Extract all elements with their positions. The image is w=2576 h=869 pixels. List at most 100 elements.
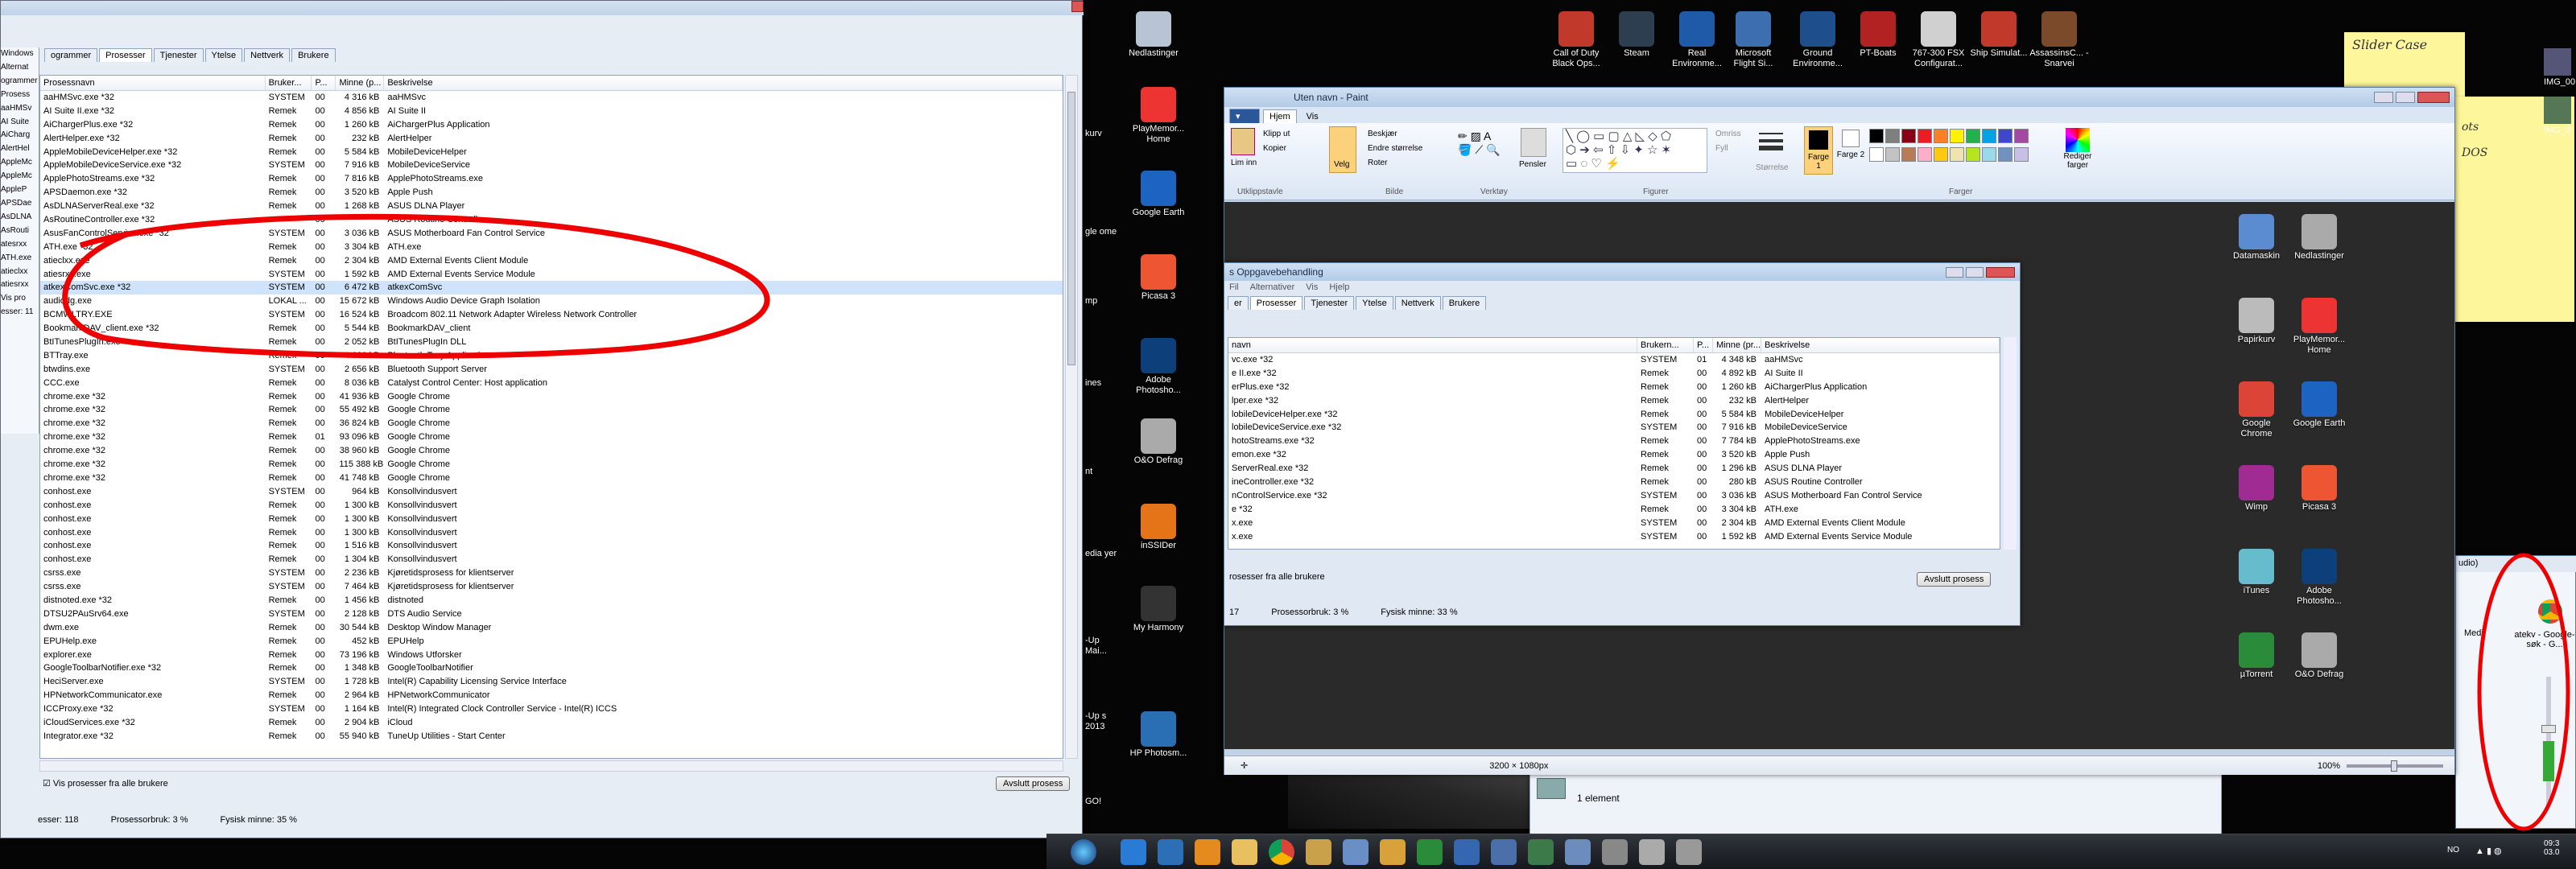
tm2-menu-item[interactable]: Hjelp [1329, 282, 1349, 292]
desktop-icon-fragment[interactable]: GO! [1085, 797, 1117, 807]
tm2-column-header[interactable]: Brukern... [1637, 338, 1694, 352]
desktop-icon[interactable]: iTunes [2227, 549, 2286, 596]
outline-button[interactable]: Omriss [1715, 130, 1741, 138]
tm-tab[interactable]: Prosesser [99, 48, 152, 62]
taskbar-app-icon-8[interactable] [1380, 839, 1406, 865]
desktop-icon[interactable]: Google Chrome [2227, 381, 2286, 439]
table-row[interactable]: conhost.exe SYSTEM 00 964 kB Konsollvindusve… [40, 485, 1063, 499]
desktop-icon[interactable]: Steam [1607, 11, 1666, 59]
color1-button[interactable]: Farge 1 [1804, 126, 1833, 175]
palette-swatch[interactable] [1918, 147, 1932, 162]
folder-taskbar-icon[interactable] [1306, 839, 1331, 865]
desktop-icon-fragment[interactable]: -Up Mai... [1085, 636, 1117, 657]
tab-vis[interactable]: Vis [1300, 109, 1325, 123]
table-row[interactable]: chrome.exe *32 Remek 01 93 096 kB Google Chr… [40, 430, 1063, 444]
table-row[interactable]: lobileDeviceService.exe *32 SYSTEM 00 7 916… [1228, 421, 2000, 434]
palette-swatch[interactable] [1998, 129, 2013, 143]
table-row[interactable]: AI Suite II.exe *32 Remek 00 4 856 kB AI Sui… [40, 105, 1063, 118]
explorer-window-fragment[interactable]: 1 element [1530, 772, 2222, 837]
palette-swatch[interactable] [1966, 129, 1980, 143]
desktop-icon-fragment[interactable]: kurv [1085, 129, 1117, 139]
fill-button[interactable]: Fyll [1715, 144, 1728, 153]
zoom-slider[interactable] [2347, 760, 2443, 772]
tm2-column-header[interactable]: Beskrivelse [1761, 338, 2000, 352]
table-row[interactable]: GoogleToolbarNotifier.exe *32 Remek 00 1 34… [40, 661, 1063, 675]
paste-label[interactable]: Lim inn [1231, 159, 1257, 167]
palette-swatch[interactable] [1934, 147, 1948, 162]
table-row[interactable]: btwdins.exe SYSTEM 00 2 656 kB Bluetooth Sup… [40, 363, 1063, 377]
desktop-icon[interactable]: PT-Boats [1848, 11, 1908, 59]
table-row[interactable]: chrome.exe *32 Remek 00 41 936 kB Google Chr… [40, 390, 1063, 404]
table-row[interactable]: csrss.exe SYSTEM 00 2 236 kB Kjøretidsproses… [40, 566, 1063, 580]
desktop-icon[interactable]: Google Earth [1129, 171, 1188, 218]
tm2-menu-item[interactable]: Fil [1229, 282, 1239, 292]
tm2-tab[interactable]: Tjenester [1304, 296, 1355, 310]
color2-button[interactable]: Farge 2 [1836, 130, 1865, 175]
palette-swatch[interactable] [2014, 147, 2029, 162]
table-row[interactable]: HPNetworkCommunicator.exe Remek 00 2 964 kB… [40, 689, 1063, 702]
table-row[interactable]: iCloudServices.exe *32 Remek 00 2 904 kB iCl… [40, 716, 1063, 730]
palette-swatch[interactable] [1885, 129, 1900, 143]
table-row[interactable]: ApplePhotoStreams.exe *32 Remek 00 7 816 kB… [40, 172, 1063, 186]
desktop-icon[interactable]: Adobe Photosho... [1129, 338, 1188, 396]
copy-button[interactable]: Kopier [1263, 144, 1286, 153]
desktop-icon[interactable]: AssassinsC... - Snarvei [2029, 11, 2089, 69]
desktop-icon-fragment[interactable]: nt [1085, 467, 1117, 477]
language-indicator[interactable]: NO [2447, 846, 2459, 855]
tm-column-header[interactable]: Minne (p... [336, 76, 385, 90]
taskbar-app-icon-14[interactable] [1602, 839, 1628, 865]
table-row[interactable]: conhost.exe Remek 00 1 300 kB Konsollvindusv… [40, 526, 1063, 540]
notepad-taskbar-icon[interactable] [1343, 839, 1368, 865]
minimize-button[interactable] [2374, 92, 2393, 103]
desktop-icon[interactable]: Nedlastinger [2289, 214, 2349, 262]
color-palette[interactable] [1868, 128, 2054, 165]
palette-swatch[interactable] [1901, 129, 1916, 143]
tm2-column-header[interactable]: navn [1228, 338, 1637, 352]
desktop-icon-img-2[interactable]: IMG_0 [2544, 97, 2571, 135]
edit-colors-button[interactable]: Rediger farger [2054, 128, 2102, 170]
desktop-icon[interactable]: O&O Defrag [1129, 418, 1188, 466]
tm2-minimize-button[interactable] [1946, 266, 1963, 278]
desktop-icon-img[interactable]: IMG_00 [2544, 48, 2575, 87]
tm2-tab[interactable]: Nettverk [1394, 296, 1441, 310]
paste-icon[interactable] [1231, 128, 1255, 155]
palette-swatch[interactable] [1901, 147, 1916, 162]
table-row[interactable]: vc.exe *32 SYSTEM 01 4 348 kB aaHMSvc [1228, 353, 2000, 367]
tm2-column-header[interactable]: P... [1694, 338, 1713, 352]
palette-swatch[interactable] [1950, 147, 1964, 162]
palette-swatch[interactable] [1998, 147, 2013, 162]
table-row[interactable]: EPUHelp.exe Remek 00 452 kB EPUHelp [40, 635, 1063, 649]
tm-column-header[interactable]: P... [312, 76, 336, 90]
table-row[interactable]: chrome.exe *32 Remek 00 36 824 kB Google Chr… [40, 417, 1063, 430]
table-row[interactable]: hotoStreams.exe *32 Remek 00 7 784 kB AppleP… [1228, 434, 2000, 448]
tm-tab[interactable]: ogrammer [44, 48, 98, 62]
desktop-icon[interactable]: Ground Environme... [1788, 11, 1847, 69]
table-row[interactable]: nControlService.exe *32 SYSTEM 00 3 036 kB A… [1228, 489, 2000, 503]
tm-tab[interactable]: Tjenester [153, 48, 204, 62]
palette-swatch[interactable] [1950, 129, 1964, 143]
table-row[interactable]: ICCProxy.exe *32 SYSTEM 00 1 164 kB Intel(R)… [40, 702, 1063, 716]
table-row[interactable]: CCC.exe Remek 00 8 036 kB Catalyst Control C… [40, 377, 1063, 390]
desktop-icon[interactable]: Datamaskin [2227, 214, 2286, 262]
tm-end-process-button[interactable]: Avslutt prosess [996, 776, 1071, 791]
tm-column-header[interactable]: Prosessnavn [40, 76, 266, 90]
tools-group[interactable]: ✏ ▨ A 🪣 ⟋ 🔍 [1458, 130, 1506, 170]
tm2-maximize-button[interactable] [1966, 266, 1984, 278]
desktop-icon[interactable]: PlayMemor... Home [2289, 298, 2349, 356]
crop-button[interactable]: Beskjær [1368, 130, 1397, 138]
tm2-tab[interactable]: Prosesser [1249, 296, 1303, 310]
taskbar-app-icon-12[interactable] [1528, 839, 1554, 865]
tm2-scrollbar[interactable] [2004, 337, 2017, 550]
tm-show-all-checkbox[interactable]: ☑ Vis prosesser fra alle brukere [43, 778, 168, 789]
table-row[interactable]: csrss.exe SYSTEM 00 7 464 kB Kjøretidsproses… [40, 580, 1063, 594]
tm-tab[interactable]: Brukere [291, 48, 336, 62]
tm-tab[interactable]: Ytelse [204, 48, 243, 62]
tm-hscrollbar[interactable] [39, 760, 1063, 772]
table-row[interactable]: AlertHelper.exe *32 Remek 00 232 kB AlertHel… [40, 132, 1063, 146]
desktop-icon-fragment[interactable]: edia yer [1085, 549, 1117, 559]
tm-close-button[interactable] [1071, 1, 1084, 12]
paint-menu-button[interactable]: ▾ [1229, 109, 1260, 123]
table-row[interactable]: conhost.exe Remek 00 1 516 kB Konsollvindusv… [40, 539, 1063, 553]
ie-icon[interactable] [1121, 839, 1146, 865]
table-row[interactable]: erPlus.exe *32 Remek 00 1 260 kB AiChargerPl… [1228, 381, 2000, 394]
